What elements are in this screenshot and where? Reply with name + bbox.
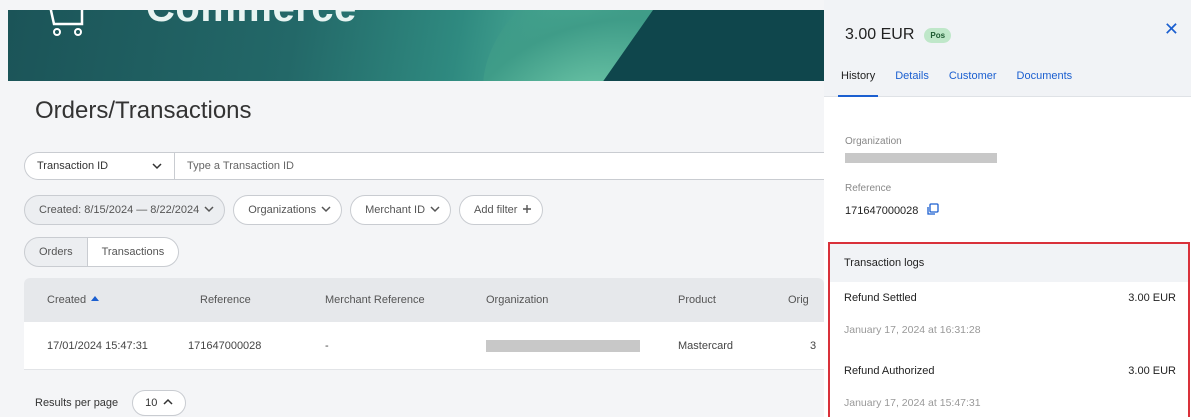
reference-field: 171647000028	[845, 203, 940, 219]
redacted-organization	[486, 339, 640, 352]
organization-label: Organization	[845, 136, 902, 147]
pagination: Results per page 10	[35, 390, 187, 416]
results-per-page-select[interactable]: 10	[132, 390, 187, 416]
chevron-down-icon	[152, 161, 162, 174]
results-per-page-label: Results per page	[35, 397, 119, 409]
reference-value: 171647000028	[845, 205, 919, 217]
transaction-logs: Transaction logs Refund Settled 3.00 EUR…	[828, 242, 1190, 417]
results-per-page-value: 10	[145, 397, 158, 409]
search-field-select[interactable]: Transaction ID	[25, 153, 175, 179]
column-header-reference: Reference	[200, 294, 251, 306]
organizations-filter[interactable]: Organizations	[233, 195, 343, 225]
panel-header: 3.00 EUR Pos ✕ History Details Customer …	[824, 0, 1191, 97]
tab-customer[interactable]: Customer	[949, 70, 997, 97]
tab-documents[interactable]: Documents	[1017, 70, 1073, 97]
created-date-label: Created: 8/15/2024 — 8/22/2024	[39, 204, 200, 216]
transactions-table: Created Reference Merchant Reference Org…	[24, 278, 824, 370]
cell-reference: 171647000028	[188, 339, 262, 352]
transaction-logs-title: Transaction logs	[830, 244, 1188, 282]
tab-details[interactable]: Details	[895, 70, 929, 97]
amount-value: 3.00 EUR	[845, 26, 915, 43]
merchant-id-label: Merchant ID	[365, 204, 426, 216]
table-row[interactable]: 17/01/2024 15:47:31 171647000028 - Maste…	[24, 322, 824, 370]
add-filter-label: Add filter	[474, 204, 518, 216]
cart-icon	[48, 10, 88, 40]
column-header-orig: Orig	[788, 294, 809, 306]
tab-orders[interactable]: Orders	[25, 238, 87, 266]
chevron-down-icon	[204, 204, 214, 217]
column-header-product: Product	[678, 294, 716, 306]
chevron-down-icon	[321, 204, 331, 217]
chevron-down-icon	[430, 204, 440, 217]
organizations-label: Organizations	[248, 204, 317, 216]
log-time: January 17, 2024 at 16:31:28	[844, 324, 981, 336]
channel-badge: Pos	[924, 27, 952, 43]
panel-tabs: History Details Customer Documents	[838, 70, 1092, 97]
column-header-merchant-reference: Merchant Reference	[325, 294, 425, 306]
column-header-organization: Organization	[486, 294, 549, 306]
add-filter-button[interactable]: Add filter	[459, 195, 544, 225]
log-item: Refund Authorized 3.00 EUR January 17, 2…	[844, 365, 1176, 409]
panel-amount: 3.00 EUR Pos	[845, 26, 952, 44]
tab-transactions[interactable]: Transactions	[86, 238, 179, 266]
plus-icon	[522, 204, 532, 217]
column-header-created[interactable]: Created	[47, 278, 100, 322]
reference-label: Reference	[845, 183, 892, 194]
sort-ascending-icon	[91, 295, 100, 301]
search-field-label: Transaction ID	[37, 160, 109, 172]
header-banner: Commerce	[8, 10, 824, 81]
created-date-filter[interactable]: Created: 8/15/2024 — 8/22/2024	[24, 195, 226, 225]
close-icon[interactable]: ✕	[1164, 20, 1179, 38]
cell-merchant-reference: -	[325, 339, 329, 352]
cell-product: Mastercard	[678, 339, 734, 352]
app-title: Commerce	[146, 10, 357, 31]
column-header-label: Created	[47, 294, 87, 306]
merchant-id-filter[interactable]: Merchant ID	[350, 195, 452, 225]
log-item: Refund Settled 3.00 EUR January 17, 2024…	[844, 292, 1176, 336]
cell-organization	[486, 322, 640, 369]
log-title: Refund Settled	[844, 292, 917, 304]
transaction-detail-panel: 3.00 EUR Pos ✕ History Details Customer …	[824, 0, 1191, 417]
log-amount: 3.00 EUR	[1128, 292, 1176, 304]
redacted-organization	[845, 153, 997, 163]
table-header: Created Reference Merchant Reference Org…	[24, 278, 824, 322]
view-toggle: Orders Transactions	[24, 237, 180, 267]
log-amount: 3.00 EUR	[1128, 365, 1176, 377]
log-time: January 17, 2024 at 15:47:31	[844, 397, 981, 409]
filter-bar: Created: 8/15/2024 — 8/22/2024 Organizat…	[24, 195, 544, 225]
search-input[interactable]	[175, 153, 824, 179]
copy-icon[interactable]	[926, 203, 940, 219]
log-title: Refund Authorized	[844, 365, 935, 377]
chevron-up-icon	[163, 397, 173, 410]
cell-orig: 3	[810, 339, 817, 352]
page-title: Orders/Transactions	[35, 97, 252, 124]
tab-history[interactable]: History	[838, 70, 879, 97]
cell-created: 17/01/2024 15:47:31	[47, 339, 148, 352]
search-bar: Transaction ID	[24, 152, 824, 180]
